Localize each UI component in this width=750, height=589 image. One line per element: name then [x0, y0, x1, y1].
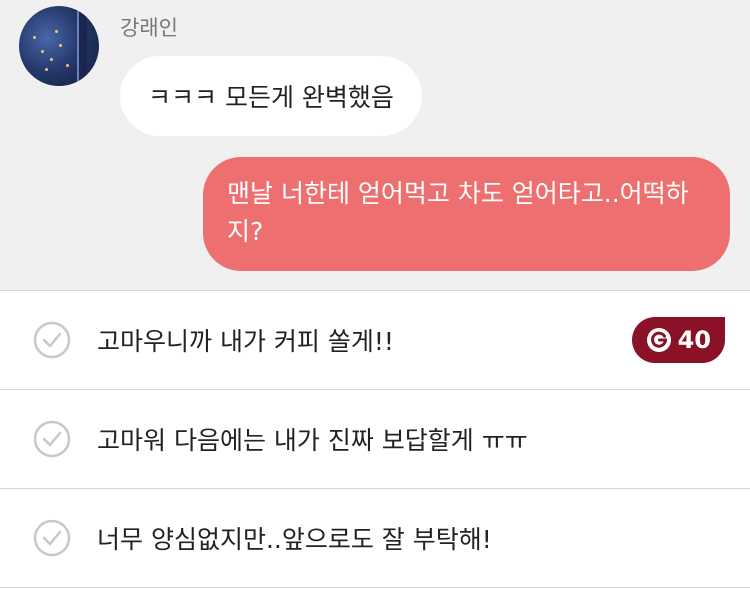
cost-value: 40	[677, 326, 711, 354]
incoming-message-text: ㅋㅋㅋ 모든게 완벽했음	[148, 83, 394, 112]
reply-option[interactable]: 고마워 다음에는 내가 진짜 보답할게 ㅠㅠ	[0, 390, 750, 489]
chat-area: 강래인 ㅋㅋㅋ 모든게 완벽했음 맨날 너한테 얻어먹고 차도 얻어타고..어떡…	[0, 0, 750, 291]
avatar[interactable]	[19, 6, 99, 86]
check-circle-icon	[33, 420, 71, 458]
sender-name: 강래인	[120, 16, 178, 40]
avatar-window-frame	[77, 6, 87, 86]
reply-option-text: 고마우니까 내가 커피 쏠게!!	[97, 327, 394, 356]
coin-g-icon	[646, 328, 671, 352]
reply-options: 고마우니까 내가 커피 쏠게!! 40 고마워 다음에는 내가 진짜 보답할게 …	[0, 291, 750, 588]
reply-option[interactable]: 고마우니까 내가 커피 쏠게!! 40	[0, 291, 750, 390]
reply-option-text: 고마워 다음에는 내가 진짜 보답할게 ㅠㅠ	[97, 426, 528, 455]
check-circle-icon	[33, 519, 71, 557]
outgoing-message-text: 맨날 너한테 얻어먹고 차도 얻어타고..어떡하지?	[227, 179, 689, 246]
reply-option-text: 너무 양심없지만..앞으로도 잘 부탁해!	[97, 525, 492, 554]
reply-option[interactable]: 너무 양심없지만..앞으로도 잘 부탁해!	[0, 489, 750, 588]
check-circle-icon	[33, 321, 71, 359]
incoming-message-bubble: ㅋㅋㅋ 모든게 완벽했음	[120, 56, 422, 136]
outgoing-message-bubble: 맨날 너한테 얻어먹고 차도 얻어타고..어떡하지?	[203, 157, 730, 271]
cost-badge: 40	[631, 317, 725, 363]
